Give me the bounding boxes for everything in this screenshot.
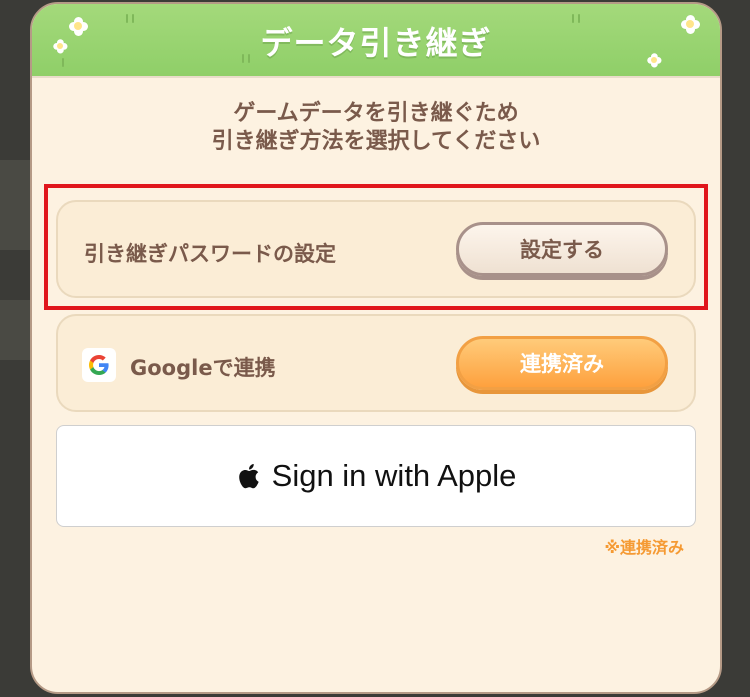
google-link-card: Googleで連携 連携済み [56, 314, 696, 412]
data-transfer-dialog: データ引き継ぎ ゲームデータを引き継ぐため 引き継ぎ方法を選択してください 引き… [30, 2, 722, 694]
selection-highlight [44, 184, 708, 310]
dialog-title: データ引き継ぎ [260, 24, 492, 62]
instructions-line: ゲームデータを引き継ぐため [233, 101, 519, 126]
google-linked-button[interactable]: 連携済み [456, 336, 668, 390]
google-logo-icon [82, 348, 116, 382]
sign-in-with-apple-button[interactable]: Sign in with Apple [56, 425, 696, 527]
apple-logo-icon [236, 462, 260, 490]
apple-button-label: Sign in with Apple [271, 458, 517, 493]
instructions-line: 引き継ぎ方法を選択してください [211, 129, 541, 154]
instructions-text: ゲームデータを引き継ぐため 引き継ぎ方法を選択してください [32, 100, 720, 156]
dialog-header: データ引き継ぎ [32, 4, 720, 78]
google-link-label: Googleで連携 [130, 356, 276, 380]
apple-linked-note: ※連携済み [604, 538, 684, 557]
